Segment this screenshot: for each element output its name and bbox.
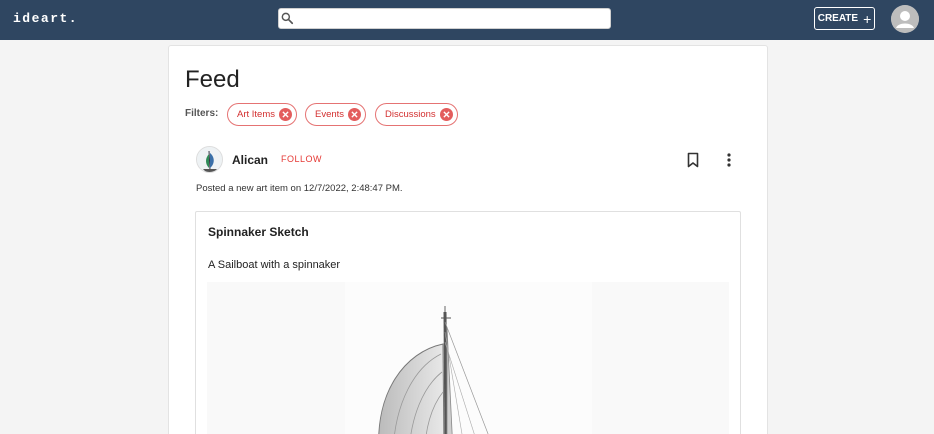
- post-author-name[interactable]: Alican: [232, 153, 268, 167]
- filter-chip-discussions[interactable]: Discussions: [375, 103, 458, 126]
- posted-type: art item: [256, 183, 288, 194]
- art-item-card[interactable]: Spinnaker Sketch A Sailboat with a spinn…: [195, 211, 741, 434]
- filter-chip-label: Discussions: [385, 109, 436, 120]
- art-item-image-area: [207, 282, 729, 434]
- posted-timestamp: on 12/7/2022, 2:48:47 PM.: [290, 183, 403, 194]
- search-bar[interactable]: [278, 8, 611, 29]
- user-avatar-icon[interactable]: [891, 5, 919, 33]
- feed-card: Feed Filters: Art Items Events Discussio…: [168, 45, 768, 434]
- post-author-avatar[interactable]: [196, 146, 223, 173]
- sailboat-sketch-image[interactable]: [345, 282, 592, 434]
- filter-chip-art-items[interactable]: Art Items: [227, 103, 298, 126]
- bookmark-icon[interactable]: [686, 152, 700, 168]
- art-item-title[interactable]: Spinnaker Sketch: [208, 225, 309, 239]
- remove-filter-icon[interactable]: [439, 108, 453, 121]
- filters-label: Filters:: [185, 108, 219, 119]
- more-options-icon[interactable]: [723, 152, 735, 168]
- post-meta: Posted a new art item on 12/7/2022, 2:48…: [196, 183, 403, 194]
- search-icon: [281, 12, 294, 25]
- search-input[interactable]: [297, 10, 607, 27]
- remove-filter-icon[interactable]: [348, 108, 362, 121]
- page-title: Feed: [185, 66, 240, 93]
- remove-filter-icon[interactable]: [279, 108, 293, 121]
- app-logo[interactable]: ideart.: [13, 11, 78, 26]
- create-button-label: CREATE: [817, 13, 859, 24]
- plus-icon: +: [863, 10, 872, 27]
- filter-chip-label: Art Items: [237, 109, 276, 120]
- filter-chip-label: Events: [315, 109, 345, 120]
- follow-button[interactable]: FOLLOW: [281, 154, 322, 164]
- create-button[interactable]: CREATE +: [814, 7, 875, 30]
- posted-prefix: Posted a new: [196, 183, 254, 194]
- art-item-description: A Sailboat with a spinnaker: [208, 259, 341, 271]
- filter-chip-events[interactable]: Events: [305, 103, 367, 126]
- top-navbar: ideart. CREATE +: [0, 0, 934, 40]
